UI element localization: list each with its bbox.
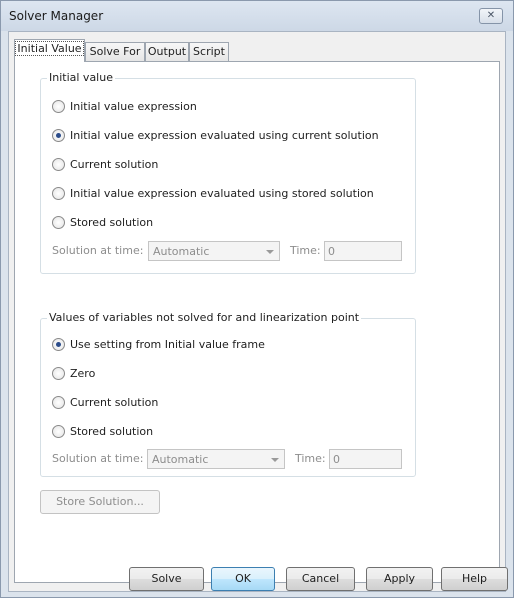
radio-expression-stored-solution[interactable]: Initial value expression evaluated using…: [52, 185, 374, 201]
radio-button[interactable]: [52, 99, 65, 113]
group-title: Initial value: [47, 71, 115, 84]
select-value: Automatic: [152, 453, 209, 466]
time-input-value: 0: [328, 245, 335, 258]
tab-script[interactable]: Script: [189, 42, 229, 61]
tab-output[interactable]: Output: [145, 42, 189, 61]
time-input[interactable]: 0: [329, 449, 402, 469]
tab-label: Output: [147, 45, 187, 58]
store-solution-button[interactable]: Store Solution...: [40, 490, 160, 514]
radio-label: Initial value expression: [70, 99, 197, 113]
help-button[interactable]: Help: [441, 567, 508, 591]
ok-button[interactable]: OK: [211, 567, 275, 591]
dialog-client: Initial Value Solve For Output Script In…: [8, 31, 506, 592]
solution-at-time-select[interactable]: Automatic: [147, 449, 285, 469]
time-label: Time:: [295, 452, 326, 465]
radio-stored-solution[interactable]: Stored solution: [52, 214, 153, 230]
radio-label: Stored solution: [70, 215, 154, 229]
solution-at-time-select[interactable]: Automatic: [148, 241, 280, 261]
solution-at-time-label: Solution at time:: [52, 244, 144, 257]
close-button[interactable]: ✕: [479, 8, 503, 24]
initial-value-panel: Initial value Initial value expression I…: [14, 61, 500, 583]
radio-button[interactable]: [52, 128, 65, 142]
tab-label: Solve For: [89, 45, 141, 58]
radio-zero[interactable]: Zero: [52, 365, 95, 381]
radio-current-solution[interactable]: Current solution: [52, 156, 158, 172]
initial-value-group: Initial value Initial value expression I…: [40, 71, 416, 274]
radio-button[interactable]: [52, 157, 65, 171]
radio-label: Initial value expression evaluated using…: [70, 128, 379, 142]
radio-label: Stored solution: [70, 424, 154, 438]
radio-button[interactable]: [52, 215, 65, 229]
tab-solve-for[interactable]: Solve For: [85, 42, 145, 61]
radio-label: Current solution: [70, 395, 159, 409]
radio-button[interactable]: [52, 424, 65, 438]
radio-expression-current-solution[interactable]: Initial value expression evaluated using…: [52, 127, 379, 143]
radio-button[interactable]: [52, 337, 65, 351]
tab-label: Script: [193, 45, 225, 58]
time-input-value: 0: [333, 453, 340, 466]
solution-at-time-label: Solution at time:: [52, 452, 144, 465]
radio-label: Current solution: [70, 157, 159, 171]
solve-button[interactable]: Solve: [129, 567, 204, 591]
radio-button[interactable]: [52, 395, 65, 409]
solution-at-time-row: Solution at time: Automatic Time: 0: [52, 241, 408, 261]
radio-use-initial-value-setting[interactable]: Use setting from Initial value frame: [52, 336, 265, 352]
radio-button[interactable]: [52, 186, 65, 200]
close-icon: ✕: [486, 10, 496, 21]
solution-at-time-row: Solution at time: Automatic Time: 0: [52, 449, 408, 469]
tab-label: Initial Value: [15, 41, 84, 56]
time-input[interactable]: 0: [324, 241, 402, 261]
select-value: Automatic: [153, 245, 210, 258]
chevron-down-icon: [266, 250, 274, 254]
cancel-button[interactable]: Cancel: [286, 567, 355, 591]
time-label: Time:: [290, 244, 321, 257]
radio-stored-solution[interactable]: Stored solution: [52, 423, 153, 439]
chevron-down-icon: [271, 458, 279, 462]
apply-button[interactable]: Apply: [366, 567, 433, 591]
radio-initial-value-expression[interactable]: Initial value expression: [52, 98, 197, 114]
solver-manager-window: Solver Manager ✕ Initial Value Solve For…: [0, 0, 514, 598]
group-title: Values of variables not solved for and l…: [47, 311, 362, 324]
linearization-group: Values of variables not solved for and l…: [40, 311, 416, 477]
radio-label: Zero: [70, 366, 96, 380]
radio-current-solution[interactable]: Current solution: [52, 394, 158, 410]
radio-label: Use setting from Initial value frame: [70, 337, 265, 351]
tab-initial-value[interactable]: Initial Value: [14, 39, 85, 62]
radio-button[interactable]: [52, 366, 65, 380]
title-bar: Solver Manager ✕: [1, 1, 513, 31]
radio-label: Initial value expression evaluated using…: [70, 186, 374, 200]
window-title: Solver Manager: [9, 9, 104, 23]
